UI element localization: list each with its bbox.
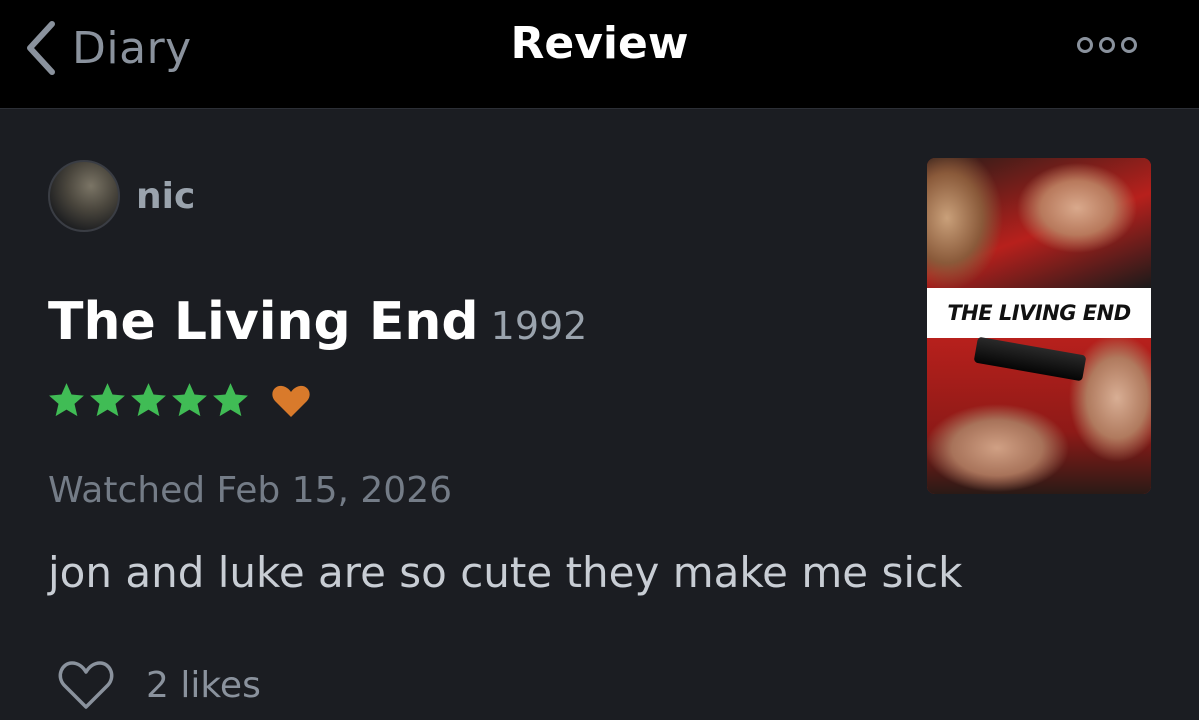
avatar[interactable] [48, 160, 120, 232]
review-text: jon and luke are so cute they make me si… [48, 548, 963, 597]
star-icon [131, 383, 166, 417]
star-icon [90, 383, 125, 417]
heart-outline-icon[interactable] [56, 658, 116, 712]
star-icon [172, 383, 207, 417]
review-screen: Diary Review nic The Living End 1992 Wat… [0, 0, 1199, 720]
film-heading: The Living End 1992 [48, 292, 587, 352]
heart-icon [272, 385, 310, 417]
likes-count[interactable]: 2 likes [146, 665, 261, 706]
rating [46, 380, 311, 421]
more-button[interactable] [1077, 34, 1153, 56]
nav-bar: Diary Review [0, 0, 1199, 109]
star-rating [46, 380, 251, 421]
star-icon [49, 383, 84, 417]
page-title: Review [510, 18, 689, 69]
more-icon [1121, 37, 1137, 53]
username[interactable]: nic [136, 176, 195, 217]
film-title[interactable]: The Living End [48, 292, 479, 352]
poster-title: THE LIVING END [947, 301, 1131, 325]
review-author[interactable]: nic [48, 158, 195, 234]
likes-row: 2 likes [56, 658, 261, 712]
watched-date: Watched Feb 15, 2026 [48, 470, 453, 511]
film-year[interactable]: 1992 [491, 304, 588, 348]
poster-title-band: THE LIVING END [927, 288, 1151, 338]
film-poster[interactable]: THE LIVING END [927, 158, 1151, 494]
more-icon [1099, 37, 1115, 53]
more-icon [1077, 37, 1093, 53]
star-icon [213, 383, 248, 417]
poster-image-top [927, 158, 1151, 288]
